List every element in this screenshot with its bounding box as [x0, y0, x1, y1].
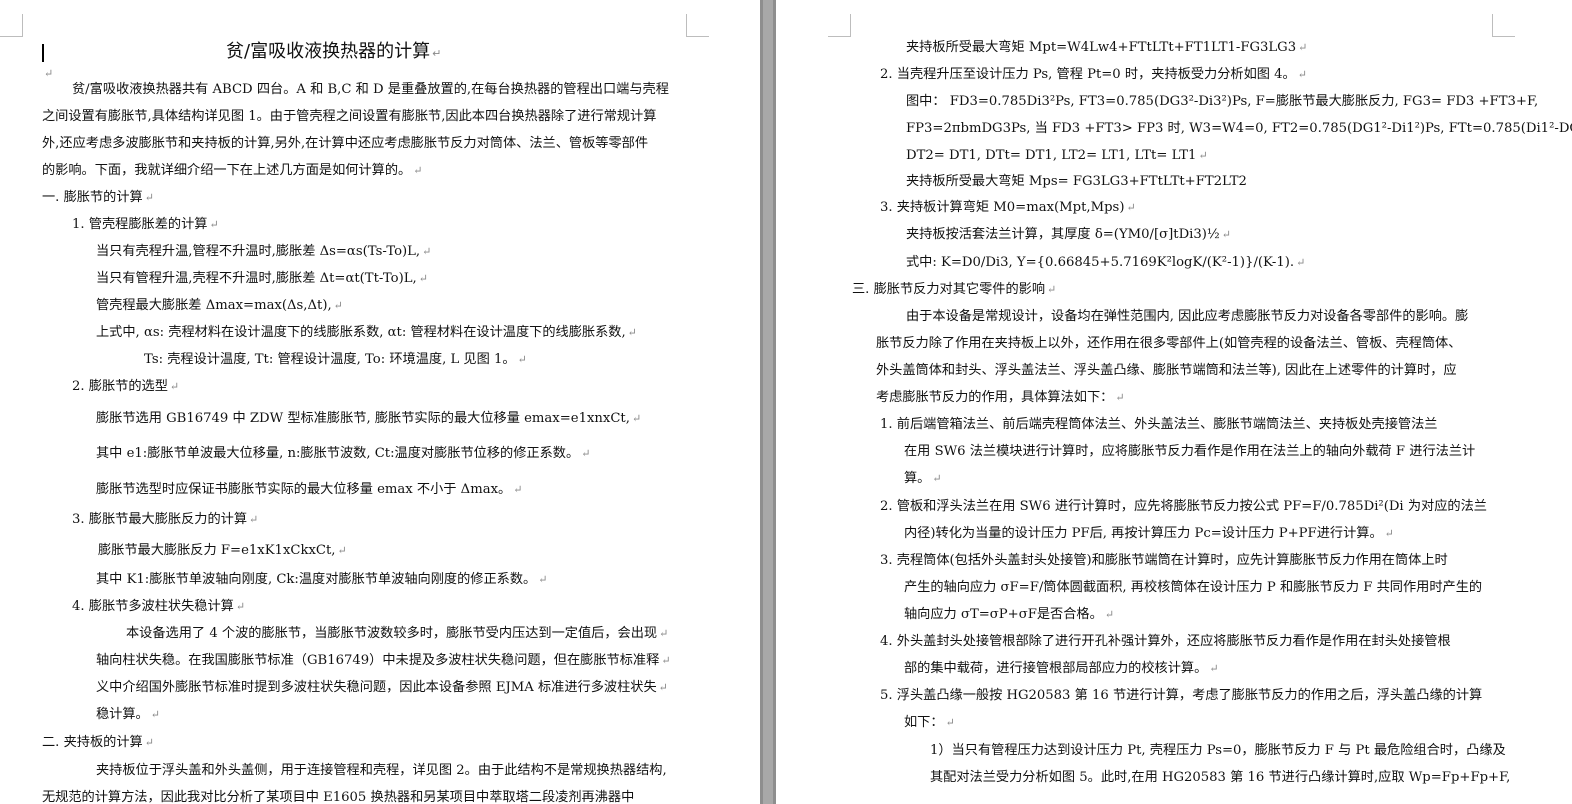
section-heading[interactable]: 一. 膨胀节的计算 ↵ [42, 190, 154, 206]
text-line[interactable]: 夹持板所受最大弯矩 Mps= FG3LG3+FTtLTt+FT2LT2 [906, 174, 1247, 190]
text-line[interactable]: 式中: K=D0/Di3, Y={0.66845+5.7169K²logK/(K… [906, 255, 1305, 271]
subsection-heading[interactable]: 4. 膨胀节多波柱状失稳计算 ↵ [72, 599, 245, 615]
list-item[interactable]: 4. 外头盖封头处接管根部除了进行开孔补强计算外，还应将膨胀节反力看作是作用在封… [880, 634, 1451, 650]
page-corner-mark [686, 14, 709, 37]
text-line[interactable]: 的影响。下面，我就详细介绍一下在上述几方面是如何计算的。 ↵ [42, 163, 422, 179]
document-title[interactable]: 贫/富吸收液换热器的计算 ↵ [226, 41, 441, 65]
section-heading[interactable]: 三. 膨胀节反力对其它零件的影响 ↵ [852, 282, 1056, 298]
text-line[interactable]: FP3=2πbmDG3Ps, 当 FD3 +FT3> FP3 时, W3=W4=… [906, 121, 1572, 137]
text-line[interactable]: 轴向应力 σT=σP+σF是否合格。 ↵ [904, 607, 1114, 623]
text-line[interactable]: 外,还应考虑多波膨胀节和夹持板的计算,另外,在计算中还应考虑膨胀节反力对筒体、法… [42, 136, 648, 152]
subsection-heading[interactable]: 3. 膨胀节最大膨胀反力的计算 ↵ [72, 512, 258, 528]
text-line[interactable]: 产生的轴向应力 σF=F/筒体圆截面积, 再校核筒体在设计压力 P 和膨胀节反力… [904, 580, 1482, 596]
text-line[interactable]: 当只有管程升温,壳程不升温时,膨胀差 Δt=αt(Tt-To)L, ↵ [96, 271, 428, 287]
list-item[interactable]: 2. 当壳程升压至设计压力 Ps, 管程 Pt=0 时，夹持板受力分析如图 4。… [880, 67, 1307, 83]
text-line[interactable]: 外头盖筒体和封头、浮头盖法兰、浮头盖凸缘、膨胀节端筒和法兰等), 因此在上述零件… [876, 363, 1457, 379]
list-item[interactable]: 3. 夹持板计算弯矩 M0=max(Mpt,Mps) ↵ [880, 200, 1136, 216]
page-gutter [760, 0, 776, 804]
text-line[interactable]: 其中 e1:膨胀节单波最大位移量, n:膨胀节波数, Ct:温度对膨胀节位移的修… [96, 446, 590, 462]
subsection-heading[interactable]: 2. 膨胀节的选型 ↵ [72, 379, 179, 395]
list-item[interactable]: 3. 壳程筒体(包括外头盖封头处接管)和膨胀节端筒在计算时，应先计算膨胀节反力作… [880, 553, 1448, 569]
text-line[interactable]: 夹持板按活套法兰计算，其厚度 δ=(YM0/[σ]tDi3)½ ↵ [906, 227, 1231, 243]
text-line[interactable]: 其配对法兰受力分析如图 5。此时,在用 HG20583 第 16 节进行凸缘计算… [930, 770, 1510, 786]
text-line[interactable]: 内径)转化为当量的设计压力 PF后, 再按计算压力 Pc=设计压力 P+PF进行… [904, 526, 1394, 542]
section-heading[interactable]: 二. 夹持板的计算 ↵ [42, 735, 154, 751]
subsection-heading[interactable]: 1. 管壳程膨胀差的计算 ↵ [72, 217, 219, 233]
text-line[interactable]: 夹持板所受最大弯矩 Mpt=W4Lw4+FTtLTt+FT1LT1-FG3LG3… [906, 40, 1307, 56]
text-line[interactable]: 义中介绍国外膨胀节标准时提到多波柱状失稳问题，因此本设备参照 EJMA 标准进行… [96, 680, 668, 696]
text-line[interactable]: 部的集中载荷，进行接管根部局部应力的校核计算。 ↵ [904, 661, 1219, 677]
text-line[interactable]: 膨胀节选型时应保证书膨胀节实际的最大位移量 emax 不小于 Δmax。 ↵ [96, 482, 522, 498]
text-line[interactable]: 在用 SW6 法兰模块进行计算时，应将膨胀节反力看作是作用在法兰上的轴向外载荷 … [904, 444, 1475, 460]
text-line[interactable]: 轴向柱状失稳。在我国膨胀节标准（GB16749）中未提及多波柱状失稳问题，但在膨… [96, 653, 671, 669]
text-line[interactable]: DT2= DT1, DTt= DT1, LT2= LT1, LTt= LT1 ↵ [906, 148, 1208, 164]
text-line[interactable]: 贫/富吸收液换热器共有 ABCD 四台。A 和 B,C 和 D 是重叠放置的,在… [72, 82, 669, 98]
text-line[interactable]: 其中 K1:膨胀节单波轴向刚度, Ck:温度对膨胀节单波轴向刚度的修正系数。 ↵ [96, 572, 547, 588]
text-line[interactable]: 膨胀节选用 GB16749 中 ZDW 型标准膨胀节, 膨胀节实际的最大位移量 … [96, 411, 641, 427]
text-line[interactable]: 膨胀节最大膨胀反力 F=e1xK1xCkxCt, ↵ [98, 543, 347, 559]
text-line[interactable]: 本设备选用了 4 个波的膨胀节，当膨胀节波数较多时，膨胀节受内压达到一定值后，会… [126, 626, 668, 642]
text-line[interactable]: 算。 ↵ [904, 471, 942, 487]
page-corner-mark [0, 14, 23, 37]
text-line[interactable]: 管壳程最大膨胀差 Δmax=max(Δs,Δt), ↵ [96, 298, 343, 314]
document-page-left[interactable]: 贫/富吸收液换热器的计算 ↵ ↵ 贫/富吸收液换热器共有 ABCD 四台。A 和 … [0, 0, 760, 804]
text-line[interactable]: 夹持板位于浮头盖和外头盖侧，用于连接管程和壳程，详见图 2。由于此结构不是常规换… [96, 763, 667, 779]
text-line[interactable]: 上式中, αs: 壳程材料在设计温度下的线膨胀系数, αt: 管程材料在设计温度… [96, 325, 637, 341]
paragraph-mark: ↵ [44, 67, 54, 80]
text-line[interactable]: 1）当只有管程压力达到设计压力 Pt, 壳程压力 Ps=0，膨胀节反力 F 与 … [930, 743, 1506, 759]
list-item[interactable]: 1. 前后端管箱法兰、前后端壳程筒体法兰、外头盖法兰、膨胀节端筒法兰、夹持板处壳… [880, 417, 1437, 433]
text-line[interactable]: 稳计算。 ↵ [96, 707, 160, 723]
text-line[interactable]: 如下： ↵ [904, 715, 955, 731]
text-line[interactable]: 无规范的计算方法，因此我对比分析了某项目中 E1605 换热器和另某项目中萃取塔… [42, 790, 634, 804]
text-line[interactable]: 考虑膨胀节反力的作用，具体算法如下： ↵ [876, 390, 1125, 406]
text-line[interactable]: 之间设置有膨胀节,具体结构详见图 1。由于管壳程之间设置有膨胀节,因此本四台换热… [42, 109, 656, 125]
text-line[interactable]: 由于本设备是常规设计，设备均在弹性范围内, 因此应考虑膨胀节反力对设备各零部件的… [906, 309, 1468, 325]
document-page-right[interactable]: 夹持板所受最大弯矩 Mpt=W4Lw4+FTtLTt+FT1LT1-FG3LG3… [776, 0, 1572, 804]
page-corner-mark [828, 14, 851, 37]
text-cursor [42, 44, 44, 62]
text-line[interactable]: Ts: 壳程设计温度, Tt: 管程设计温度, To: 环境温度, L 见图 1… [144, 352, 527, 368]
list-item[interactable]: 2. 管板和浮头法兰在用 SW6 进行计算时，应先将膨胀节反力按公式 PF=F/… [880, 499, 1487, 515]
page-corner-mark [1492, 14, 1515, 37]
text-line[interactable]: 图中： FD3=0.785Di3²Ps, FT3=0.785(DG3²-Di3²… [906, 94, 1538, 110]
text-line[interactable]: 胀节反力除了作用在夹持板上以外，还作用在很多零部件上(如管壳程的设备法兰、管板、… [876, 336, 1461, 352]
text-line[interactable]: 当只有壳程升温,管程不升温时,膨胀差 Δs=αs(Ts-To)L, ↵ [96, 244, 431, 260]
list-item[interactable]: 5. 浮头盖凸缘一般按 HG20583 第 16 节进行计算，考虑了膨胀节反力的… [880, 688, 1482, 704]
